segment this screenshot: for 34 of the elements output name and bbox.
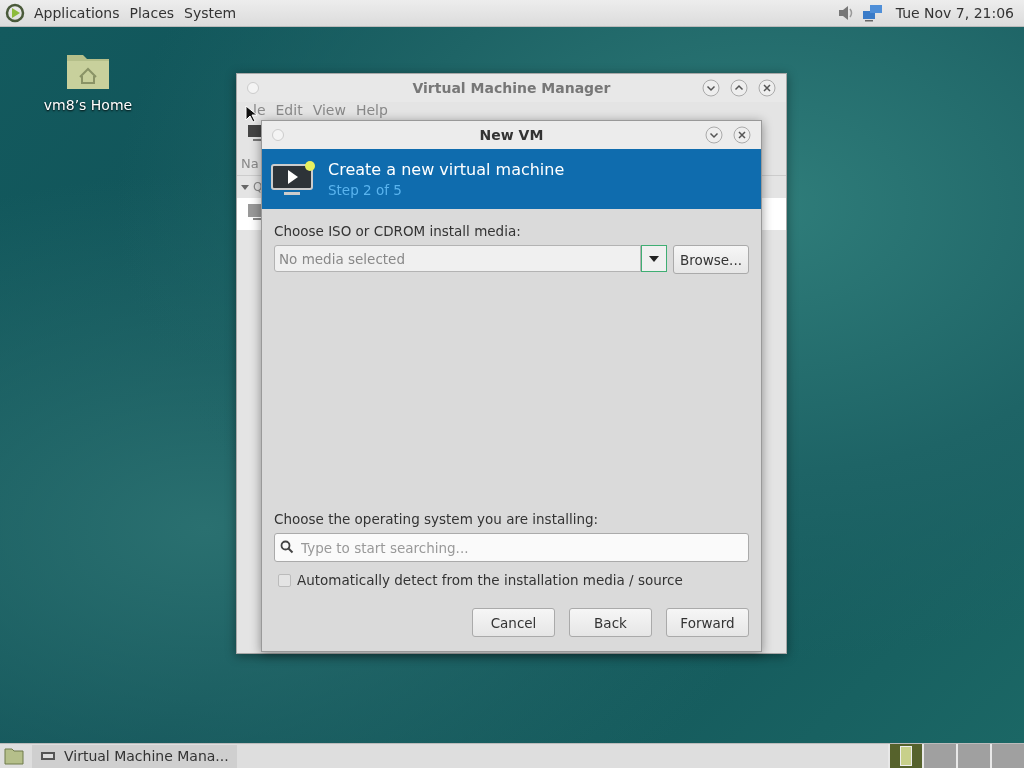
search-icon [280,540,294,554]
maximize-icon[interactable] [730,79,748,97]
app-icon [40,750,56,762]
browse-button[interactable]: Browse... [672,245,749,274]
minimize-icon[interactable] [705,126,723,144]
checkbox-label[interactable]: Automatically detect from the installation media / source [297,572,683,588]
close-icon[interactable] [733,126,751,144]
panel-menu[interactable]: System [183,5,238,21]
minimize-icon[interactable] [702,79,720,97]
dropdown-button[interactable] [640,245,667,272]
menu-logo-icon[interactable] [5,3,25,23]
close-icon[interactable] [758,79,776,97]
dialog-title: New VM [478,127,545,143]
network-icon[interactable] [861,4,884,22]
media-label: Choose ISO or CDROM install media: [274,223,522,239]
step-label: Step 2 of 5 [328,182,403,198]
media-combo-field[interactable]: No media selected [274,245,641,272]
os-label: Choose the operating system you are installing: [274,511,600,527]
dialog-button[interactable]: Back [569,608,652,637]
expander-icon[interactable] [241,184,249,190]
icon-label[interactable]: vm8’s Home [43,97,133,113]
show-desktop-icon[interactable] [4,747,24,765]
dialog-button[interactable]: Cancel [472,608,555,637]
task-button[interactable]: Virtual Machine Mana... [32,744,237,768]
header-title: Create a new virtual machine [328,160,565,179]
checkbox[interactable] [278,573,291,587]
search-field[interactable]: Type to start searching... [274,533,749,562]
dialog-button[interactable]: Forward [666,608,749,637]
panel-menu[interactable]: Applications [33,5,121,21]
panel-menu[interactable]: Places [128,5,176,21]
workspace-button[interactable] [888,744,922,768]
caret-icon [648,255,659,262]
clock[interactable]: Tue Nov 7, 21:06 [895,5,1014,21]
window-title: Virtual Machine Manager [411,80,612,96]
